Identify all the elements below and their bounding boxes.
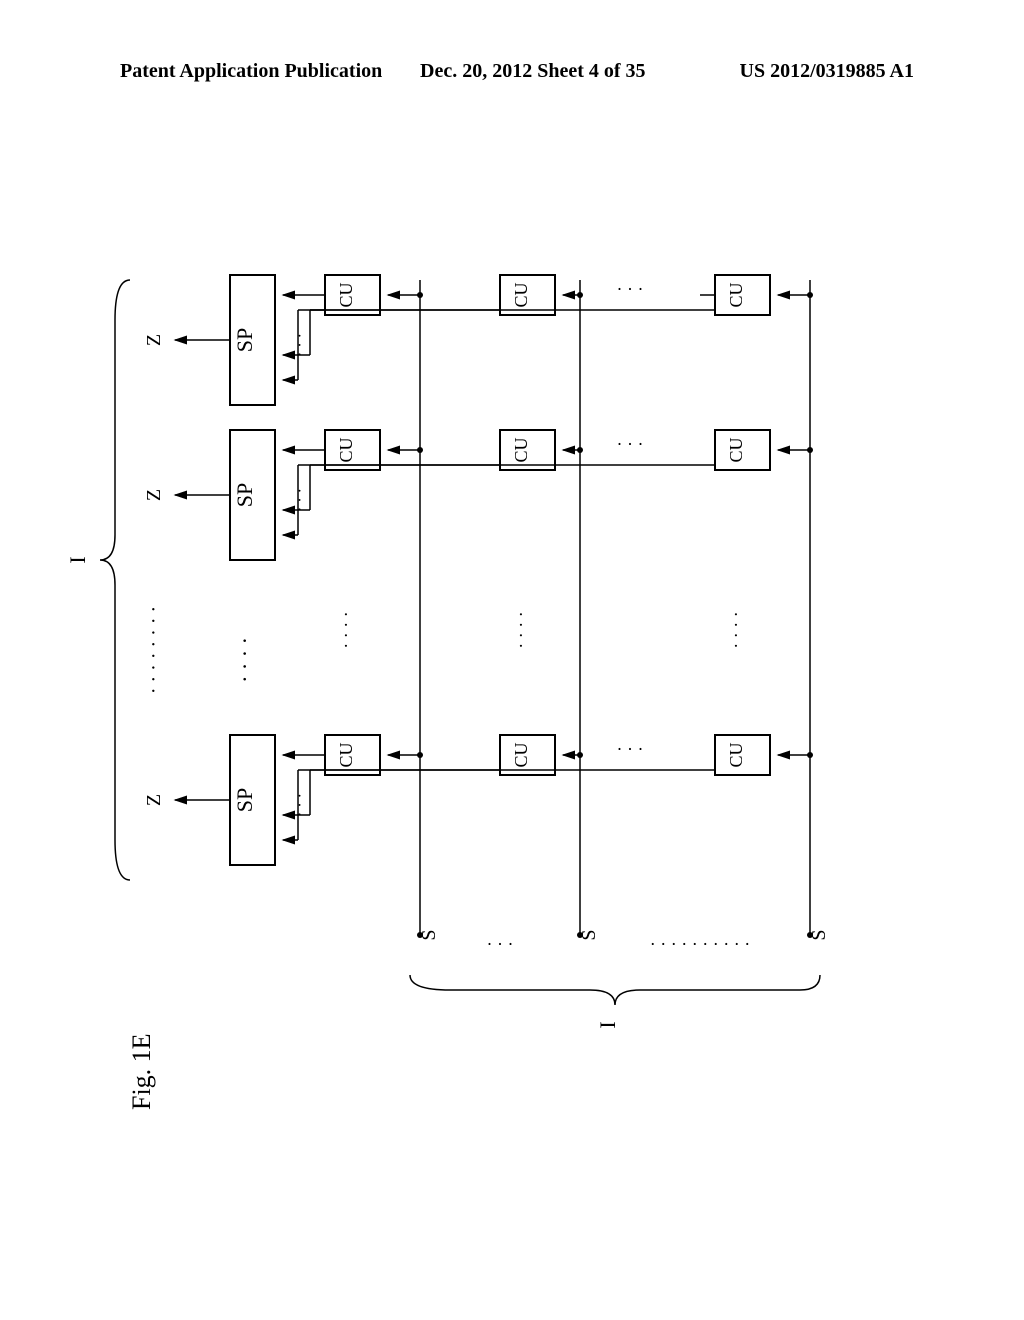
ellipsis: · · · · xyxy=(232,637,257,683)
s-label: S xyxy=(418,929,440,940)
sp-label: SP xyxy=(232,483,257,507)
cu-label: CU xyxy=(726,742,746,767)
cu-label: CU xyxy=(511,742,531,767)
ellipsis: · · · xyxy=(292,488,309,512)
header-mid: Dec. 20, 2012 Sheet 4 of 35 xyxy=(420,60,646,83)
ellipsis: · · · · · · · · xyxy=(143,606,165,694)
sp-block: SP xyxy=(230,430,275,560)
z-label: Z xyxy=(143,794,165,806)
header-left: Patent Application Publication xyxy=(120,60,382,83)
sp-label: SP xyxy=(232,328,257,352)
sp-block: SP xyxy=(230,275,275,405)
sp-label: SP xyxy=(232,788,257,812)
i-label-left: I xyxy=(65,556,90,563)
ellipsis: · · · · xyxy=(336,611,356,648)
cu-label: CU xyxy=(511,437,531,462)
figure-label: Fig. 1E xyxy=(127,1033,156,1110)
z-label: Z xyxy=(143,489,165,501)
cu-label: CU xyxy=(336,742,356,767)
cu-column: CU CU · · · · CU xyxy=(325,275,380,775)
ellipsis: · · · xyxy=(292,333,309,357)
s-label: S xyxy=(808,929,830,940)
ellipsis: · · · xyxy=(292,793,309,817)
ellipsis: · · · xyxy=(617,739,644,759)
ellipsis: · · · xyxy=(617,434,644,454)
cu-label: CU xyxy=(336,437,356,462)
cu-column: CU CU · · · · CU xyxy=(715,275,770,775)
brace-left xyxy=(100,280,130,880)
header-right: US 2012/0319885 A1 xyxy=(740,60,914,83)
s-label: S xyxy=(578,929,600,940)
i-label-bottom: I xyxy=(595,1021,620,1028)
cu-label: CU xyxy=(511,282,531,307)
sp-block: SP xyxy=(230,735,275,865)
brace-bottom xyxy=(410,975,820,1005)
cu-column: CU CU · · · · CU xyxy=(500,275,555,775)
patent-page: Patent Application Publication Dec. 20, … xyxy=(0,0,1024,1320)
cu-label: CU xyxy=(336,282,356,307)
cu-label: CU xyxy=(726,437,746,462)
ellipsis: · · · xyxy=(617,279,644,299)
ellipsis: · · · · xyxy=(511,611,531,648)
ellipsis: · · · · xyxy=(726,611,746,648)
cu-label: CU xyxy=(726,282,746,307)
ellipsis: · · · xyxy=(487,934,514,954)
z-label: Z xyxy=(143,334,165,346)
ellipsis: · · · · · · · · · · xyxy=(650,934,750,954)
diagram-svg: SP SP · · · · SP Z Z · · · · · · · · Z C… xyxy=(0,120,1024,1320)
